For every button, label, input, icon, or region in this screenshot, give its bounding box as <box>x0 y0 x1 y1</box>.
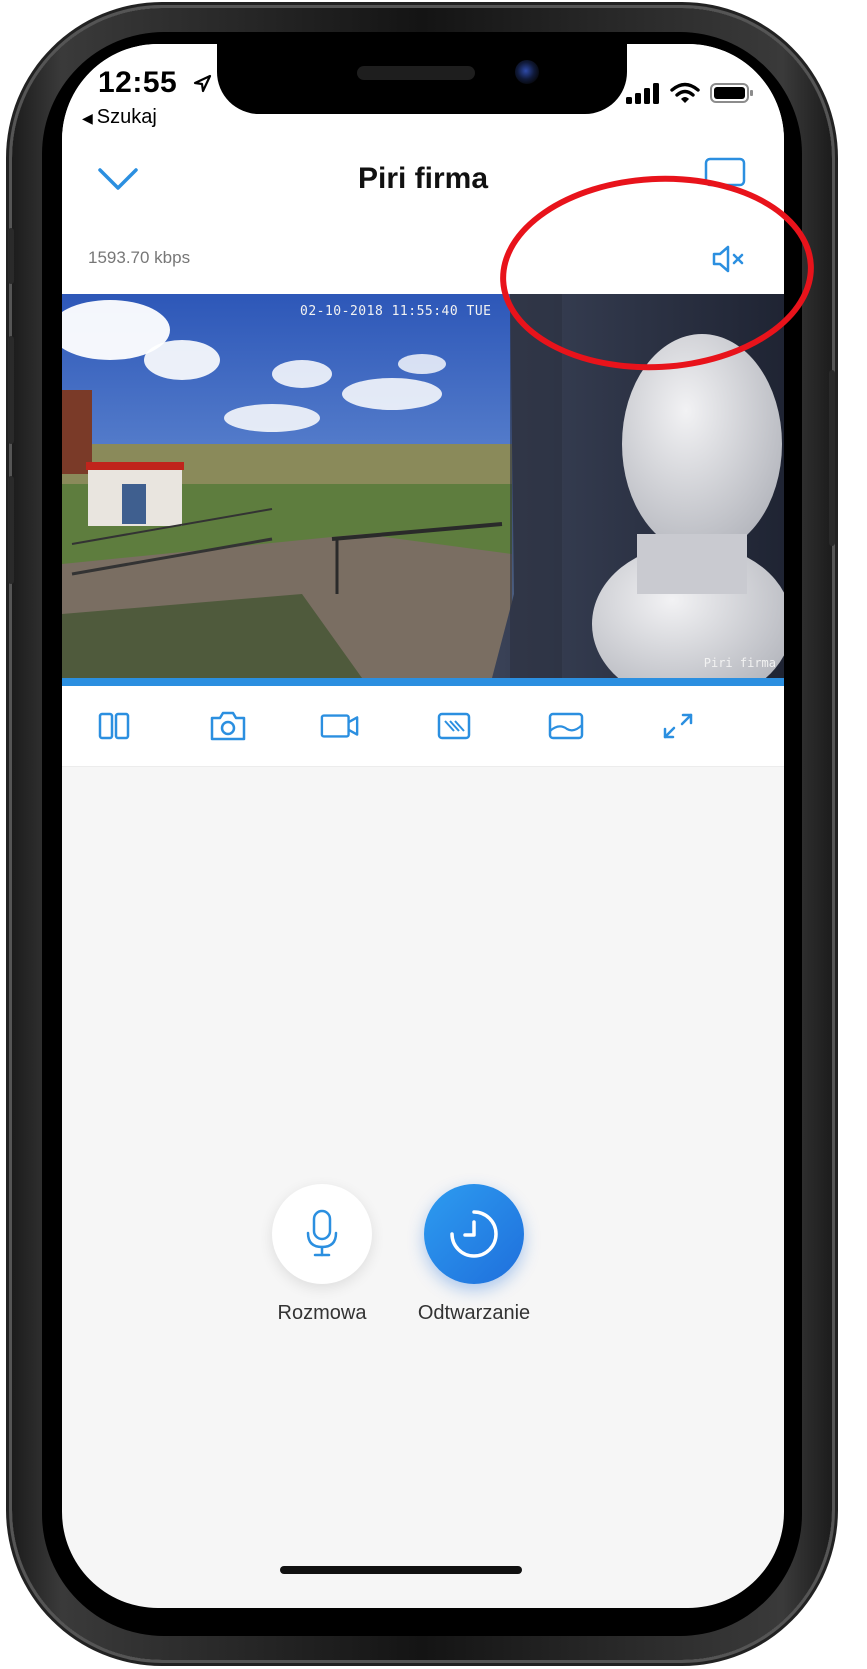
front-camera <box>515 60 539 84</box>
power-button <box>829 370 835 546</box>
clock-playback-icon <box>450 1210 498 1258</box>
video-stream-bar <box>62 678 784 686</box>
talk-button[interactable] <box>272 1184 372 1284</box>
image-quality-button[interactable] <box>434 706 474 746</box>
playback-label: Odtwarzanie <box>417 1302 531 1324</box>
camera-name-overlay: Piri firma <box>703 656 776 670</box>
image-quality-icon <box>437 712 471 740</box>
volume-up-button <box>8 336 14 444</box>
video-toolbar <box>62 686 784 767</box>
location-arrow-icon <box>193 74 212 93</box>
back-app-label: Szukaj <box>96 106 157 128</box>
picture-icon <box>548 712 584 740</box>
device-notch <box>217 44 627 114</box>
page: 12:55 ◀ Szukaj Piri firma 1593.70 kbps 0… <box>0 0 867 1669</box>
playback-button[interactable] <box>424 1184 524 1284</box>
earpiece-speaker <box>357 66 475 80</box>
video-timestamp-overlay: 02-10-2018 11:55:40 TUE <box>300 304 492 319</box>
split-view-icon <box>98 712 130 740</box>
picture-button[interactable] <box>546 706 586 746</box>
mute-switch <box>8 228 14 284</box>
microphone-icon <box>306 1209 338 1257</box>
record-video-icon <box>320 714 359 738</box>
back-to-app-link[interactable]: ◀ Szukaj <box>82 106 157 129</box>
split-view-button[interactable] <box>94 706 134 746</box>
cellular-signal-icon <box>626 83 659 104</box>
home-indicator[interactable] <box>280 1566 522 1574</box>
battery-icon <box>710 83 753 103</box>
snapshot-camera-icon <box>210 711 246 741</box>
fullscreen-button[interactable] <box>658 706 698 746</box>
back-triangle-icon: ◀ <box>82 110 93 126</box>
fullscreen-icon <box>663 713 693 739</box>
record-video-button[interactable] <box>320 706 360 746</box>
talk-label: Rozmowa <box>277 1302 367 1324</box>
wifi-icon <box>670 82 700 103</box>
status-indicators <box>626 82 754 104</box>
bitrate-readout: 1593.70 kbps <box>88 248 191 267</box>
volume-down-button <box>8 476 14 584</box>
snapshot-button[interactable] <box>208 706 248 746</box>
status-time: 12:55 <box>98 66 178 99</box>
